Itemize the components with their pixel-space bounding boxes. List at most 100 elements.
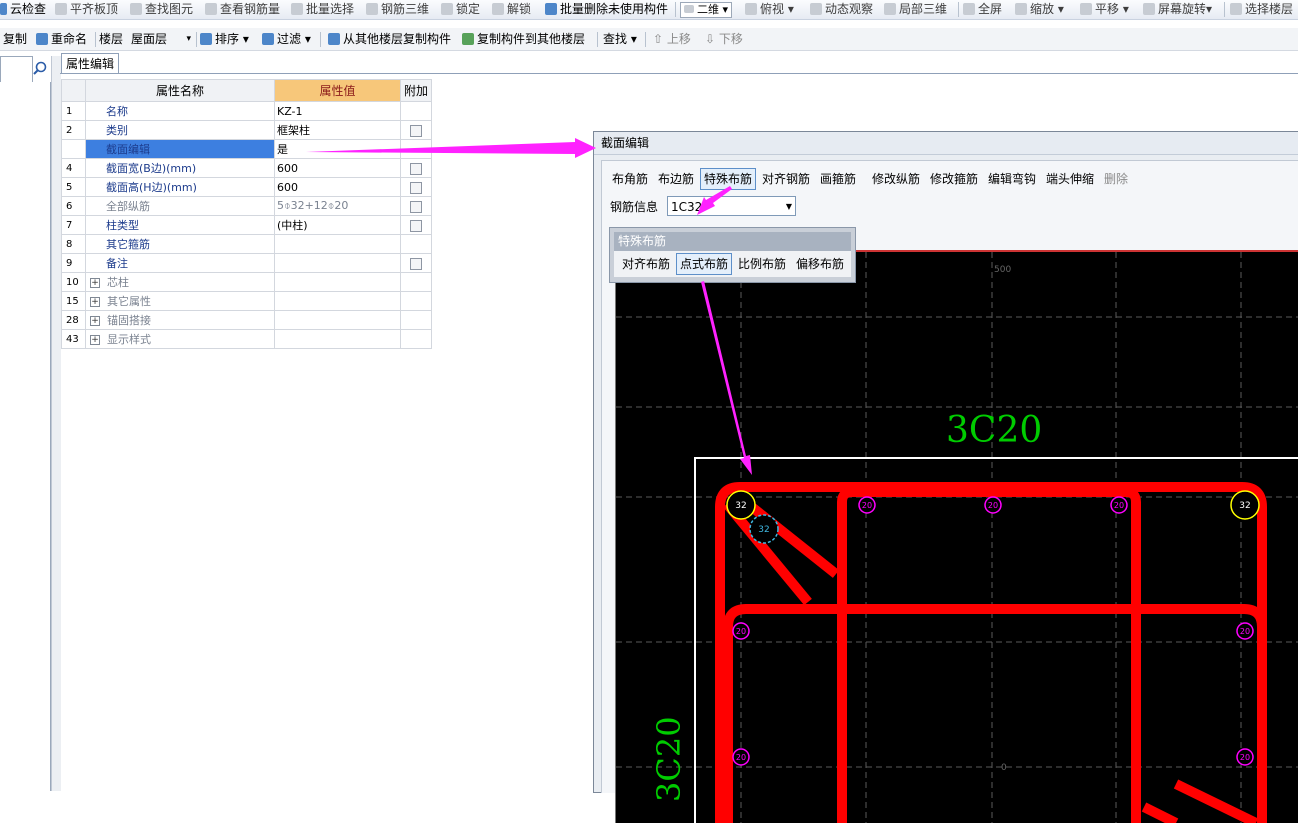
dim-top-label: 500 bbox=[994, 265, 1011, 275]
table-row[interactable]: 4 截面宽(B边)(mm) 600 bbox=[61, 158, 432, 178]
copy-to-other-floor-button[interactable]: 复制构件到其他楼层 bbox=[462, 28, 585, 50]
edge-bar[interactable]: 20 bbox=[1236, 622, 1254, 640]
modify-stirrup-button[interactable]: 修改箍筋 bbox=[930, 169, 978, 189]
property-value[interactable]: 600 bbox=[274, 177, 401, 197]
panel-splitter[interactable] bbox=[51, 56, 61, 791]
cloud-check-button[interactable]: 云检查 bbox=[0, 0, 46, 19]
expand-icon[interactable]: + bbox=[90, 335, 100, 345]
pan-icon bbox=[1080, 3, 1092, 15]
extra-checkbox[interactable] bbox=[410, 219, 422, 232]
extra-checkbox[interactable] bbox=[410, 124, 422, 137]
corner-rebar-button[interactable]: 布角筋 bbox=[612, 169, 648, 189]
table-row[interactable]: 15 + 其它属性 bbox=[61, 291, 432, 311]
property-value[interactable]: (中柱) bbox=[274, 215, 401, 235]
special-rebar-button[interactable]: 特殊布筋 bbox=[700, 168, 757, 190]
offset-layout-button[interactable]: 偏移布筋 bbox=[796, 254, 844, 274]
view-2d-dropdown[interactable]: 二维 ▾ bbox=[680, 0, 733, 19]
rename-button[interactable]: 重命名 bbox=[36, 28, 87, 50]
find-button[interactable]: 查找 ▾ bbox=[603, 28, 637, 50]
sort-button[interactable]: 排序 ▾ bbox=[200, 28, 249, 50]
edge-rebar-button[interactable]: 布边筋 bbox=[658, 169, 694, 189]
pan-button[interactable]: 平移 ▾ bbox=[1080, 0, 1129, 19]
property-value[interactable]: KZ-1 bbox=[274, 101, 401, 121]
point-layout-button[interactable]: 点式布筋 bbox=[676, 253, 733, 275]
table-row[interactable]: 8 其它箍筋 bbox=[61, 234, 432, 254]
extra-checkbox[interactable] bbox=[410, 162, 422, 175]
unlock-button[interactable]: 解锁 bbox=[492, 0, 531, 19]
edit-hook-button[interactable]: 编辑弯钩 bbox=[988, 169, 1036, 189]
property-name: 截面宽(B边)(mm) bbox=[85, 158, 275, 178]
component-search-input[interactable] bbox=[0, 56, 33, 83]
end-extension-button[interactable]: 端头伸缩 bbox=[1046, 169, 1094, 189]
ratio-layout-button[interactable]: 比例布筋 bbox=[738, 254, 786, 274]
copy-button[interactable]: 复制 bbox=[3, 28, 27, 50]
edge-bar[interactable]: 20 bbox=[732, 622, 750, 640]
expand-icon[interactable]: + bbox=[90, 278, 100, 288]
edge-bar[interactable]: 20 bbox=[984, 496, 1002, 514]
corner-bar[interactable]: 32 bbox=[1230, 490, 1260, 520]
local-3d-button[interactable]: 局部三维 bbox=[884, 0, 947, 19]
property-value[interactable]: 框架柱 bbox=[274, 120, 401, 140]
table-row[interactable]: 1 名称 KZ-1 bbox=[61, 101, 432, 121]
rebar-3d-button[interactable]: 钢筋三维 bbox=[366, 0, 429, 19]
batch-select-button[interactable]: 批量选择 bbox=[291, 0, 354, 19]
align-layout-button[interactable]: 对齐布筋 bbox=[622, 254, 670, 274]
modify-longitudinal-button[interactable]: 修改纵筋 bbox=[872, 169, 920, 189]
edge-bar[interactable]: 20 bbox=[732, 748, 750, 766]
property-value[interactable] bbox=[274, 253, 401, 273]
edge-bar[interactable]: 20 bbox=[1110, 496, 1128, 514]
property-value[interactable]: 5⌽32+12⌽20 bbox=[274, 196, 401, 216]
edge-bar[interactable]: 20 bbox=[1236, 748, 1254, 766]
property-group[interactable]: + 显示样式 bbox=[85, 329, 275, 349]
rotate-screen-button[interactable]: 屏幕旋转▾ bbox=[1143, 0, 1212, 19]
move-down-button[interactable]: ⇩ 下移 bbox=[705, 28, 743, 50]
rebar-info-select[interactable]: 1C32 ▼ bbox=[667, 196, 796, 216]
table-row[interactable]: 2 类别 框架柱 bbox=[61, 120, 432, 140]
table-row-selected[interactable]: 3 截面编辑 是 bbox=[61, 139, 432, 159]
find-element-button[interactable]: 查找图元 bbox=[130, 0, 193, 19]
edge-bar[interactable]: 20 bbox=[858, 496, 876, 514]
orbit-button[interactable]: 动态观察 bbox=[810, 0, 873, 19]
select-floor-button[interactable]: 选择楼层 bbox=[1230, 0, 1293, 19]
table-row[interactable]: 9 备注 bbox=[61, 253, 432, 273]
search-button[interactable] bbox=[32, 58, 48, 78]
added-point-bar[interactable]: 32 bbox=[749, 514, 779, 544]
property-value[interactable] bbox=[274, 234, 401, 254]
align-rebar-button[interactable]: 对齐钢筋 bbox=[762, 169, 810, 189]
expand-icon[interactable]: + bbox=[90, 316, 100, 326]
expand-icon[interactable]: + bbox=[90, 297, 100, 307]
delete-button[interactable]: 删除 bbox=[1104, 169, 1128, 189]
filter-button[interactable]: 过滤 ▾ bbox=[262, 28, 311, 50]
extra-checkbox[interactable] bbox=[410, 257, 422, 270]
move-up-button[interactable]: ⇧ 上移 bbox=[653, 28, 691, 50]
view-rebar-quantity-button[interactable]: 查看钢筋量 bbox=[205, 0, 280, 19]
fullscreen-button[interactable]: 全屏 bbox=[963, 0, 1002, 19]
zoom-button[interactable]: 缩放 ▾ bbox=[1015, 0, 1064, 19]
svg-text:32: 32 bbox=[735, 501, 746, 511]
copy-from-other-floor-button[interactable]: 从其他楼层复制构件 bbox=[328, 28, 451, 50]
property-group[interactable]: + 芯柱 bbox=[85, 272, 275, 292]
table-row[interactable]: 28 + 锚固搭接 bbox=[61, 310, 432, 330]
property-group[interactable]: + 其它属性 bbox=[85, 291, 275, 311]
svg-text:20: 20 bbox=[736, 627, 746, 636]
corner-bar[interactable]: 32 bbox=[726, 490, 756, 520]
floor-select[interactable]: 屋面层 ▾ bbox=[131, 28, 191, 50]
section-canvas[interactable]: 500 0 3C20 3C20 32 32 32 20 20 20 20 20 … bbox=[615, 250, 1298, 823]
draw-stirrup-button[interactable]: 画箍筋 bbox=[820, 169, 856, 189]
top-view-button[interactable]: 俯视 ▾ bbox=[745, 0, 794, 19]
table-row[interactable]: 10 + 芯柱 bbox=[61, 272, 432, 292]
table-row[interactable]: 7 柱类型 (中柱) bbox=[61, 215, 432, 235]
batch-delete-unused-button[interactable]: 批量删除未使用构件 bbox=[545, 0, 668, 19]
table-row[interactable]: 6 全部纵筋 5⌽32+12⌽20 bbox=[61, 196, 432, 216]
property-value[interactable]: 是 bbox=[274, 139, 401, 159]
table-row[interactable]: 43 + 显示样式 bbox=[61, 329, 432, 349]
table-row[interactable]: 5 截面高(H边)(mm) 600 bbox=[61, 177, 432, 197]
extra-checkbox[interactable] bbox=[410, 181, 422, 194]
lock-button[interactable]: 锁定 bbox=[441, 0, 480, 19]
row-number: 1 bbox=[61, 101, 86, 121]
extra-checkbox[interactable] bbox=[410, 200, 422, 213]
tab-property-edit[interactable]: 属性编辑 bbox=[61, 53, 119, 74]
align-slab-button[interactable]: 平齐板顶 bbox=[55, 0, 118, 19]
property-group[interactable]: + 锚固搭接 bbox=[85, 310, 275, 330]
property-value[interactable]: 600 bbox=[274, 158, 401, 178]
